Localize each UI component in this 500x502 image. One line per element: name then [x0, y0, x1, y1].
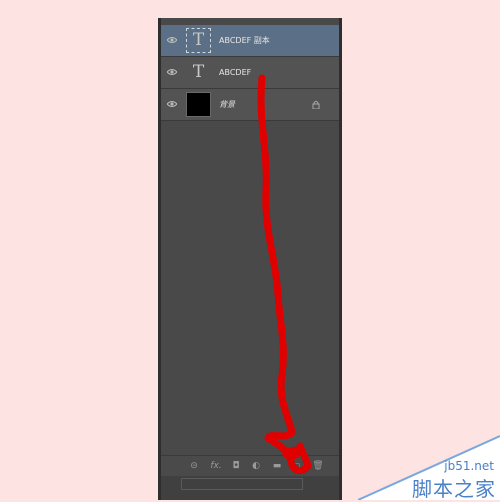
text-layer-thumbnail-icon: T [192, 62, 205, 82]
layer-row-abcdef[interactable]: T ABCDEF [161, 57, 339, 89]
watermark-url: jb51.net [444, 459, 494, 473]
layer-list: T ABCDEF 副本 T ABCDEF 背景 [161, 25, 339, 121]
bottom-field [181, 478, 303, 490]
layer-row-background[interactable]: 背景 [161, 89, 339, 121]
add-mask-icon[interactable]: ◘ [229, 459, 243, 473]
watermark-site-name: 脚本之家 [412, 477, 496, 501]
background-thumbnail [186, 92, 211, 117]
fx-icon[interactable]: fx. [209, 459, 223, 473]
layer-name: ABCDEF 副本 [219, 36, 270, 45]
new-layer-icon[interactable]: ▫ [290, 459, 304, 473]
eye-icon[interactable] [167, 68, 177, 76]
layer-name: 背景 [219, 100, 235, 109]
layers-panel-footer: ⊝ fx. ◘ ◐ ▬ ▫ 🗑 [161, 455, 339, 476]
watermark: jb51.net 脚本之家 [358, 428, 500, 501]
delete-layer-icon[interactable]: 🗑 [311, 459, 325, 473]
panel-bottom-strip [161, 476, 339, 500]
text-layer-thumbnail-icon: T [186, 28, 211, 53]
new-group-icon[interactable]: ▬ [270, 459, 284, 473]
eye-icon[interactable] [167, 36, 177, 44]
layer-name: ABCDEF [219, 68, 252, 77]
layer-row-abcdef-copy[interactable]: T ABCDEF 副本 [161, 25, 339, 57]
eye-icon[interactable] [167, 100, 177, 108]
panel-right-border [339, 18, 342, 500]
lock-icon[interactable] [312, 100, 320, 109]
link-layers-icon[interactable]: ⊝ [187, 459, 201, 473]
adjustment-layer-icon[interactable]: ◐ [249, 459, 263, 473]
